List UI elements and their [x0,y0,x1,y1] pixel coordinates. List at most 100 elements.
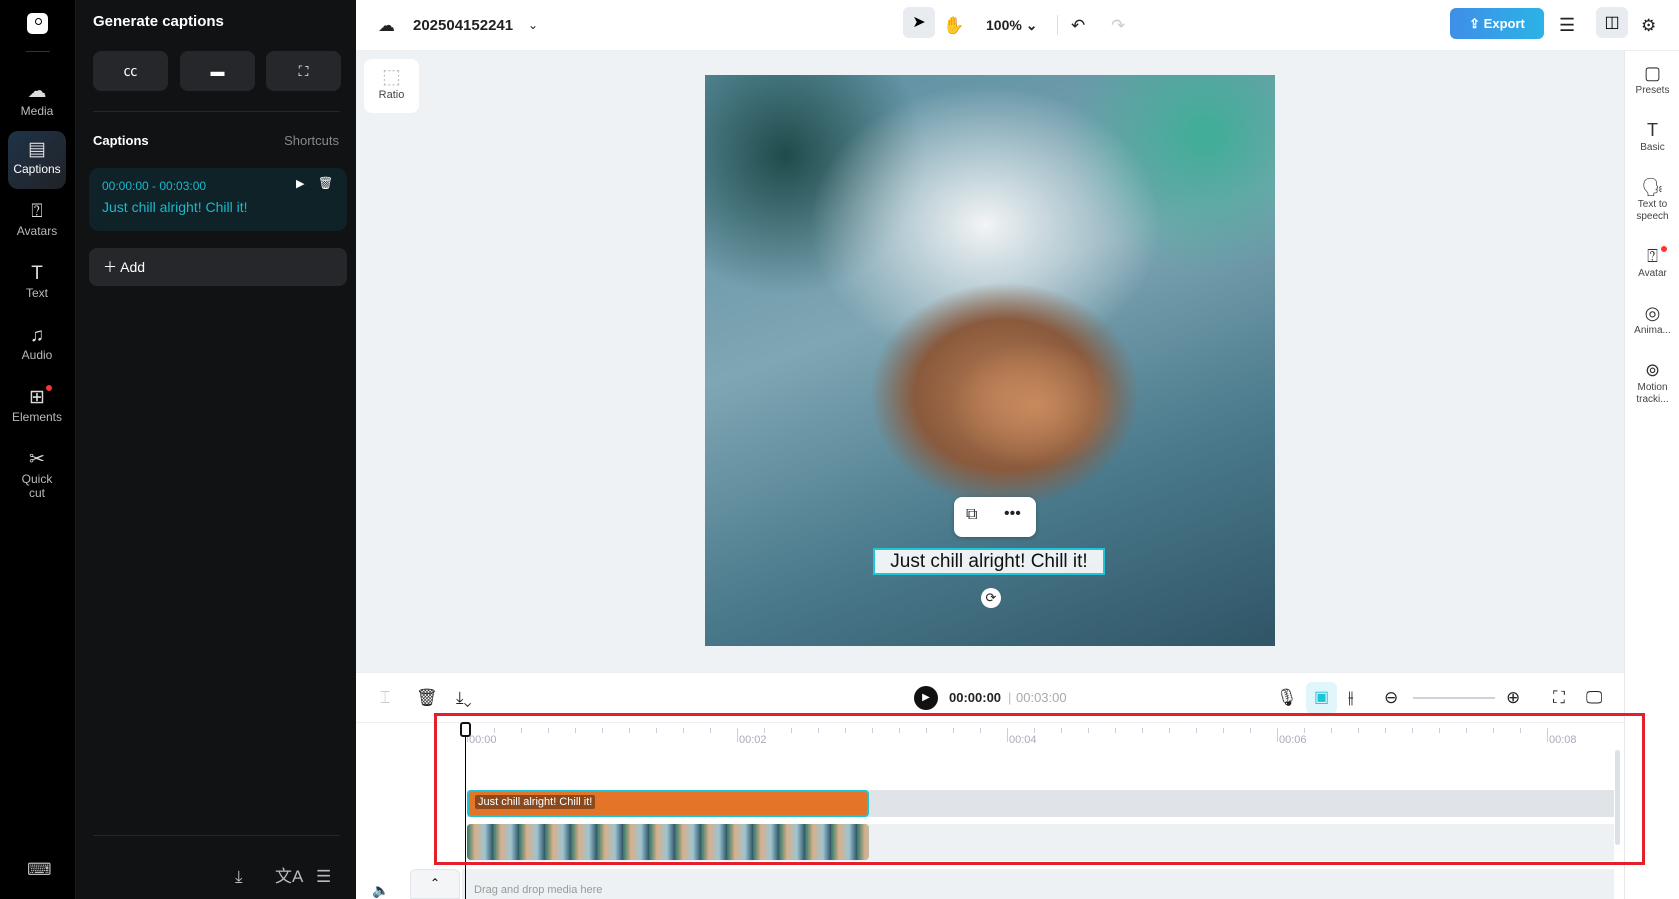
tick-label: 00:08 [1549,734,1577,746]
avatar-icon: ⍰ [31,201,43,222]
microphone-icon[interactable]: 🎙 [1276,673,1298,723]
split-center-icon[interactable]: ⫲ [1348,673,1354,723]
minor-tick [1385,728,1386,733]
music-icon: ♫ [29,325,45,346]
rail-item-captions[interactable]: ▤ Captions [8,131,66,189]
drop-zone[interactable] [462,869,1614,899]
trash-icon[interactable]: 🗑 [318,176,333,190]
zoom-select[interactable]: 100% ⌄ [986,0,1037,51]
minor-tick [791,728,792,733]
animation-item[interactable]: ◎ Anima... [1625,301,1679,337]
properties-rail: ▢ Presets T Basic 🗣 Text to speech ⍰ Avatar … [1624,51,1679,899]
rail-item-text[interactable]: T Text [8,255,66,313]
avatar-item[interactable]: ⍰ Avatar [1625,244,1679,280]
search-list-icon[interactable]: ☰ [316,867,331,887]
ratio-button[interactable]: ⬚ Ratio [364,59,419,113]
caption-overlay[interactable]: Just chill alright! Chill it! [873,548,1105,575]
minor-tick [953,728,954,733]
download-icon[interactable]: ⤓⌄ [456,673,472,723]
minor-tick [1358,728,1359,733]
video-clip[interactable] [467,824,869,860]
divider [93,835,340,836]
minor-tick [818,728,819,733]
lyrics-captions-button[interactable]: ⛶ [266,51,341,91]
minor-tick [1466,728,1467,733]
motion-tracking-item[interactable]: ⊚ Motion tracki... [1625,358,1679,406]
cc-icon: ㏄ [123,63,138,79]
minor-tick [1331,728,1332,733]
minor-tick [1196,728,1197,733]
timeline-scrollbar[interactable] [1615,750,1620,845]
text-to-speech-item[interactable]: 🗣 Text to speech [1625,175,1679,223]
fullscreen-icon[interactable]: ⛶ [1553,673,1565,723]
settings-icon[interactable]: ⚙ [1641,0,1656,51]
minor-tick [845,728,846,733]
captions-panel: Generate captions ㏄ ▬ ⛶ Captions Shortcu… [75,0,356,899]
minor-tick [629,728,630,733]
add-caption-button[interactable]: ＋ Add [89,248,347,286]
upload-icon: ⇪ [1469,16,1484,31]
top-bar: ☁ 202504152241 ⌄ ➤ ✋ 100% ⌄ ↶ ↷ ⇪ Export… [356,0,1679,51]
presets-item[interactable]: ▢ Presets [1625,61,1679,97]
minor-tick [1061,728,1062,733]
zoom-slider[interactable] [1413,697,1495,699]
minor-tick [494,728,495,733]
collapse-track-button[interactable]: ⌃ [410,869,460,899]
rail-item-media[interactable]: ☁ Media [8,73,66,131]
caption-item[interactable]: 00:00:00 - 00:03:00 ▶ 🗑 Just chill alrig… [89,168,347,231]
minor-tick [899,728,900,733]
zoom-out-icon[interactable]: ⊖ [1384,673,1398,723]
chevron-down-icon[interactable]: ⌄ [528,0,538,51]
split-icon[interactable]: ⌶ [380,673,390,723]
minor-tick [575,728,576,733]
play-button[interactable]: ▶ [914,686,938,710]
redo-icon[interactable]: ↷ [1111,0,1125,51]
rotate-icon[interactable]: ⟳ [981,588,1001,608]
monitor-icon[interactable]: 🖵 [1586,673,1602,723]
layers-icon[interactable]: ☰ [1559,0,1575,51]
translate-icon[interactable]: 文A [275,862,303,887]
caption-text[interactable]: Just chill alright! Chill it! [102,199,248,215]
volume-icon[interactable]: 🔈 [372,882,389,899]
hand-tool-icon[interactable]: ✋ [943,0,964,51]
avatar-icon: ⍰ [1647,246,1658,266]
caption-clip[interactable]: Just chill alright! Chill it! [467,790,869,817]
plus-icon: ＋ [103,259,121,275]
playhead[interactable] [465,722,466,899]
panel-title: Generate captions [93,13,224,30]
shortcuts-link[interactable]: Shortcuts [284,133,339,148]
basic-item[interactable]: T Basic [1625,118,1679,154]
app-logo[interactable] [27,13,48,34]
duplicate-icon[interactable]: ⧉ [966,506,977,524]
more-icon[interactable]: ••• [1004,505,1021,523]
rail-item-quick-cut[interactable]: ✂ Quick cut [8,441,66,503]
notification-dot [46,385,52,391]
time-separator: | [1008,690,1012,705]
select-tool-icon[interactable]: ➤ [903,7,935,38]
zoom-in-icon[interactable]: ⊕ [1506,673,1520,723]
video-preview[interactable]: ⧉ ••• Just chill alright! Chill it! ⟳ [705,75,1275,646]
rail-item-audio[interactable]: ♫ Audio [8,317,66,375]
playhead-handle[interactable] [460,722,471,737]
layout-icon[interactable]: ◫ [1596,7,1628,38]
export-button[interactable]: ⇪ Export [1450,8,1544,39]
scan-music-icon: ⛶ [298,63,309,79]
divider [1057,15,1058,35]
magnet-snap-icon[interactable]: ▣ [1306,682,1337,714]
undo-icon[interactable]: ↶ [1071,0,1085,51]
project-name[interactable]: 202504152241 [413,0,513,51]
rail-item-avatars[interactable]: ⍰ Avatars [8,193,66,251]
minor-tick [1115,728,1116,733]
minor-tick [1250,728,1251,733]
play-icon[interactable]: ▶ [296,177,304,190]
keyboard-icon[interactable]: ⌨ [27,860,52,880]
delete-icon[interactable]: 🗑 [416,673,438,723]
divider [93,111,340,112]
manual-captions-button[interactable]: ▬ [180,51,255,91]
minor-tick [656,728,657,733]
rail-item-elements[interactable]: ⊞ Elements [8,379,66,437]
minor-tick [602,728,603,733]
tick-label: 00:06 [1279,734,1307,746]
auto-captions-button[interactable]: ㏄ [93,51,168,91]
download-icon[interactable]: ⤓ [235,867,243,887]
